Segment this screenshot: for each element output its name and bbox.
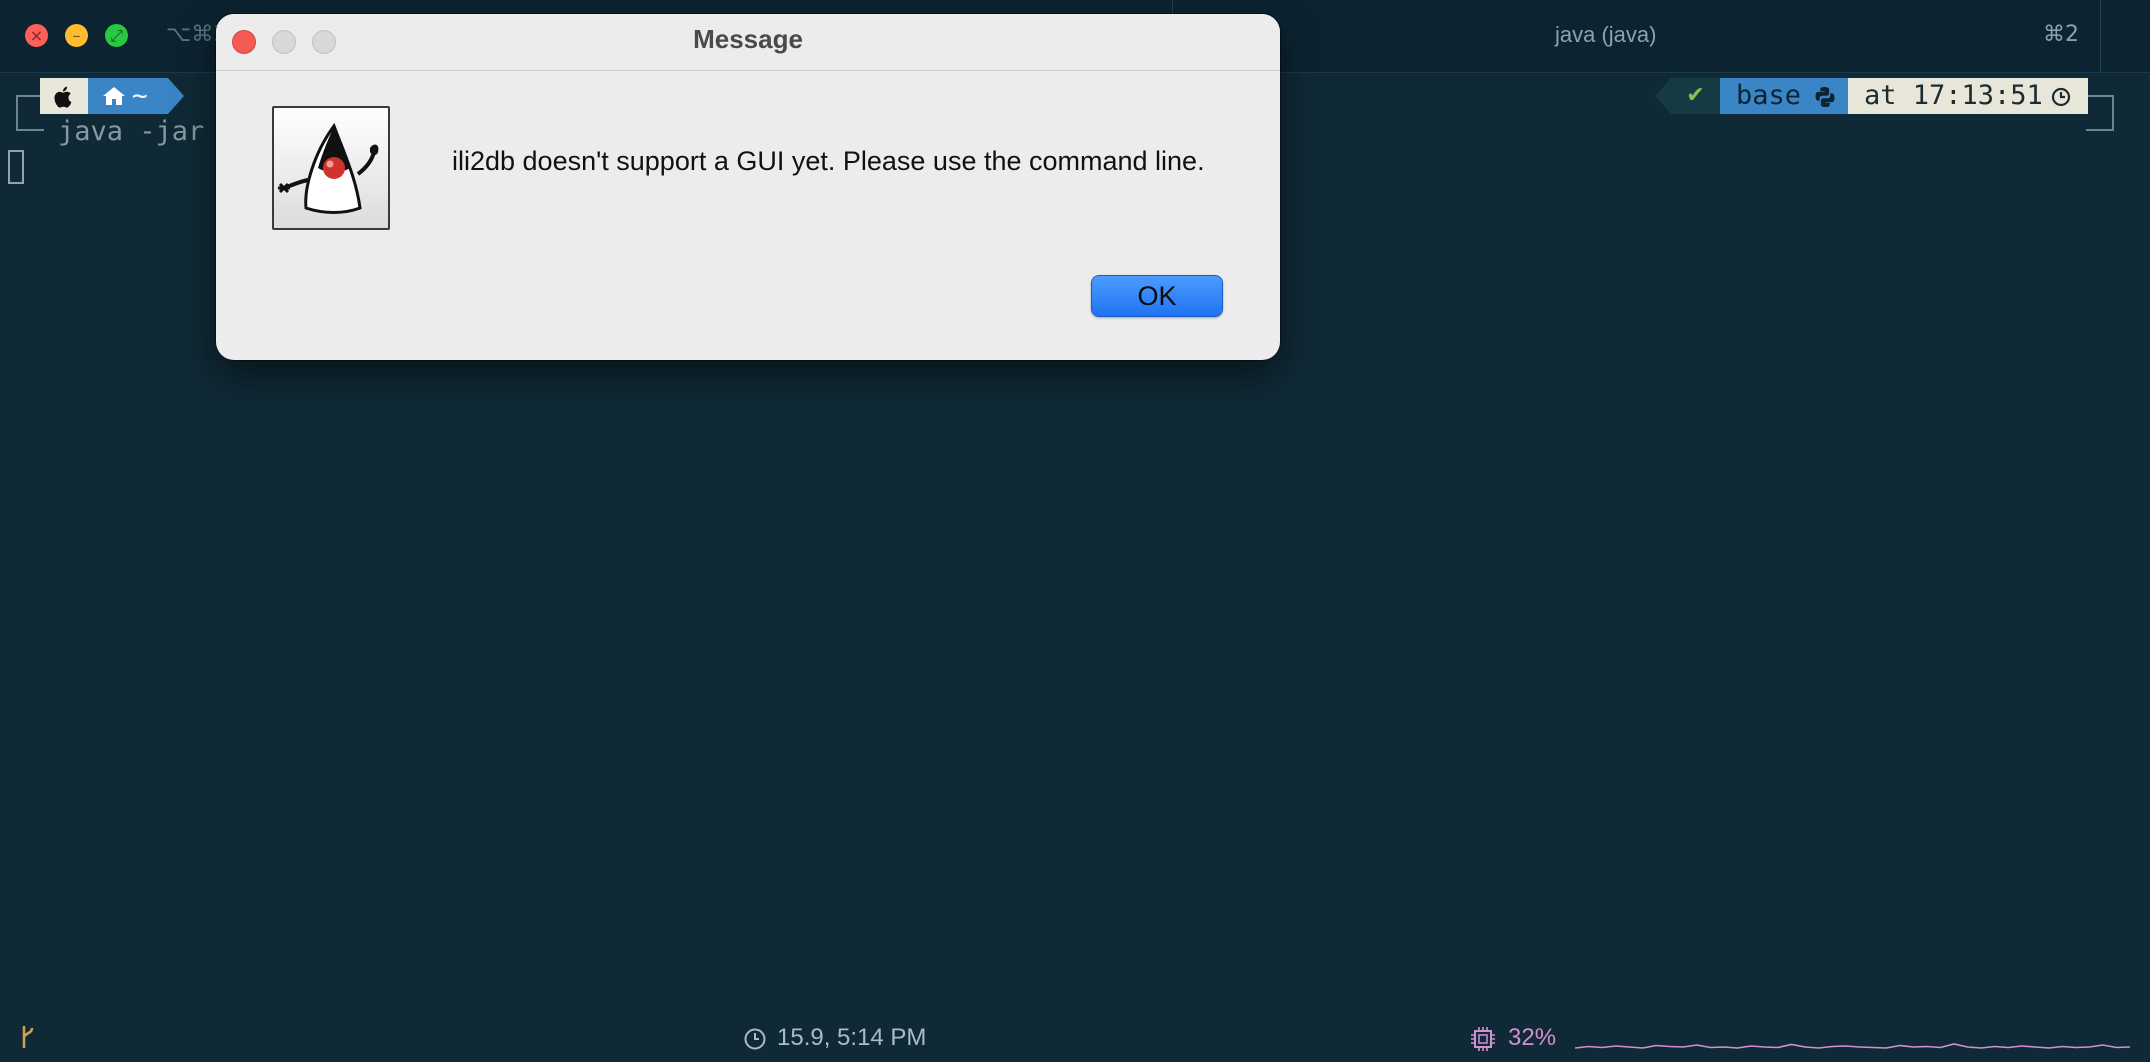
prompt-dir: ~ xyxy=(132,81,148,111)
prompt-env-segment: base xyxy=(1720,78,1848,114)
clock-icon xyxy=(744,1028,766,1050)
prompt-frame-right xyxy=(2086,95,2114,131)
close-icon: × xyxy=(29,26,44,45)
prompt-command: java -jar xyxy=(58,116,205,147)
conda-env: base xyxy=(1736,80,1802,111)
zoom-window-button[interactable]: ⤢ xyxy=(105,24,128,47)
cpu-icon xyxy=(1471,1027,1495,1051)
dialog-title: Message xyxy=(693,24,803,54)
close-window-button[interactable]: × xyxy=(25,24,48,47)
prompt-segment-arrow xyxy=(1655,78,1671,114)
git-branch-icon xyxy=(22,1026,34,1048)
java-duke-icon xyxy=(272,106,390,230)
cpu-usage: 32% xyxy=(1508,1024,1557,1051)
prompt-time: at 17:13:51 xyxy=(1864,80,2043,111)
apple-icon xyxy=(54,86,72,108)
dialog-titlebar[interactable]: Message xyxy=(216,14,1280,71)
prompt-dir-segment: ~ xyxy=(88,78,168,114)
terminal-cursor xyxy=(8,150,24,184)
prompt-status-ok: ✔ xyxy=(1671,78,1720,114)
cpu-sparkline-line xyxy=(1575,1043,2130,1049)
prompt-time-segment: at 17:13:51 xyxy=(1848,78,2088,114)
home-icon xyxy=(103,87,125,105)
ok-button[interactable]: OK xyxy=(1091,275,1223,317)
status-datetime: 15.9, 5:14 PM xyxy=(777,1024,927,1051)
python-icon xyxy=(1815,87,1835,107)
clock-icon xyxy=(2051,87,2071,107)
minimize-window-button[interactable]: – xyxy=(65,24,88,47)
cpu-sparkline xyxy=(1575,1043,2130,1049)
zoom-icon: ⤢ xyxy=(110,26,123,45)
prompt-os-segment xyxy=(40,78,88,114)
tab-divider xyxy=(2100,0,2101,72)
dialog-message: ili2db doesn't support a GUI yet. Please… xyxy=(452,146,1205,176)
prompt-segment-arrow xyxy=(168,78,184,114)
tab-shortcut-right: ⌘2 xyxy=(2043,22,2079,47)
tab-java[interactable]: java (java) xyxy=(1555,22,1656,48)
minimize-icon: – xyxy=(72,26,81,45)
message-dialog: Message ili2db doesn't support a GUI yet… xyxy=(216,14,1280,360)
